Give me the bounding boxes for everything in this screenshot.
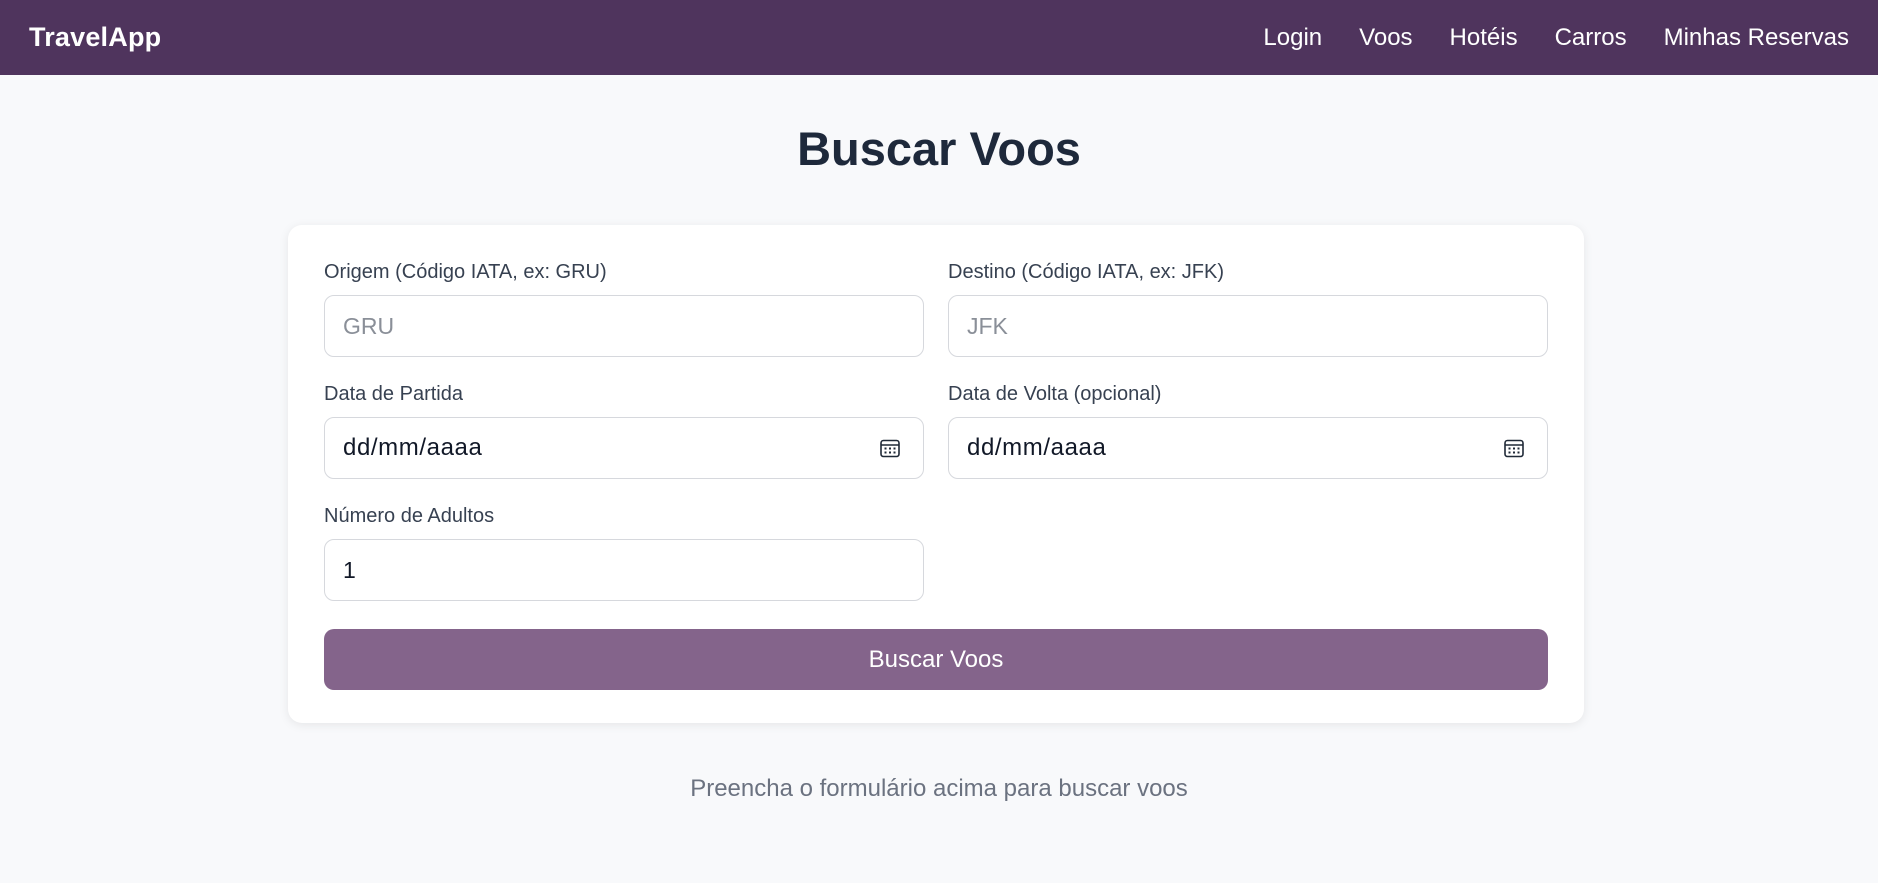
empty-state-hint: Preencha o formulário acima para buscar … <box>690 775 1188 802</box>
nav-link-login[interactable]: Login <box>1263 25 1322 50</box>
destination-input-wrap <box>948 295 1548 357</box>
origin-label: Origem (Código IATA, ex: GRU) <box>324 261 607 283</box>
app-logo-text[interactable]: TravelApp <box>29 22 161 53</box>
main-nav: Login Voos Hotéis Carros Minhas Reservas <box>1263 25 1849 50</box>
nav-link-voos[interactable]: Voos <box>1359 25 1412 50</box>
return-date-label: Data de Volta (opcional) <box>948 383 1162 405</box>
return-date-input[interactable] <box>948 417 1548 479</box>
page-title: Buscar Voos <box>797 122 1081 175</box>
return-date-field: Data de Volta (opcional) dd/mm/aaaa <box>948 383 1548 505</box>
destination-input[interactable] <box>948 295 1548 357</box>
adults-label: Número de Adultos <box>324 505 495 527</box>
nav-link-hoteis[interactable]: Hotéis <box>1450 25 1518 50</box>
destination-field: Destino (Código IATA, ex: JFK) <box>948 261 1548 383</box>
top-navbar: TravelApp Login Voos Hotéis Carros Minha… <box>0 0 1878 75</box>
return-date-wrap: dd/mm/aaaa <box>948 417 1548 479</box>
search-flights-button[interactable]: Buscar Voos <box>324 629 1548 690</box>
form-grid: Origem (Código IATA, ex: GRU) Destino (C… <box>324 261 1548 627</box>
destination-label: Destino (Código IATA, ex: JFK) <box>948 261 1225 283</box>
departure-date-label: Data de Partida <box>324 383 463 405</box>
departure-date-input[interactable] <box>324 417 924 479</box>
departure-date-wrap: dd/mm/aaaa <box>324 417 924 479</box>
flight-search-form: Origem (Código IATA, ex: GRU) Destino (C… <box>288 225 1584 723</box>
nav-link-carros[interactable]: Carros <box>1555 25 1627 50</box>
adults-input[interactable] <box>324 539 924 601</box>
adults-input-wrap <box>324 539 924 601</box>
adults-field: Número de Adultos <box>324 505 924 627</box>
departure-date-field: Data de Partida dd/mm/aaaa <box>324 383 924 505</box>
calendar-icon[interactable] <box>878 436 902 460</box>
calendar-icon[interactable] <box>1502 436 1526 460</box>
origin-input[interactable] <box>324 295 924 357</box>
nav-link-minhas-reservas[interactable]: Minhas Reservas <box>1664 25 1849 50</box>
origin-field: Origem (Código IATA, ex: GRU) <box>324 261 924 383</box>
origin-input-wrap <box>324 295 924 357</box>
